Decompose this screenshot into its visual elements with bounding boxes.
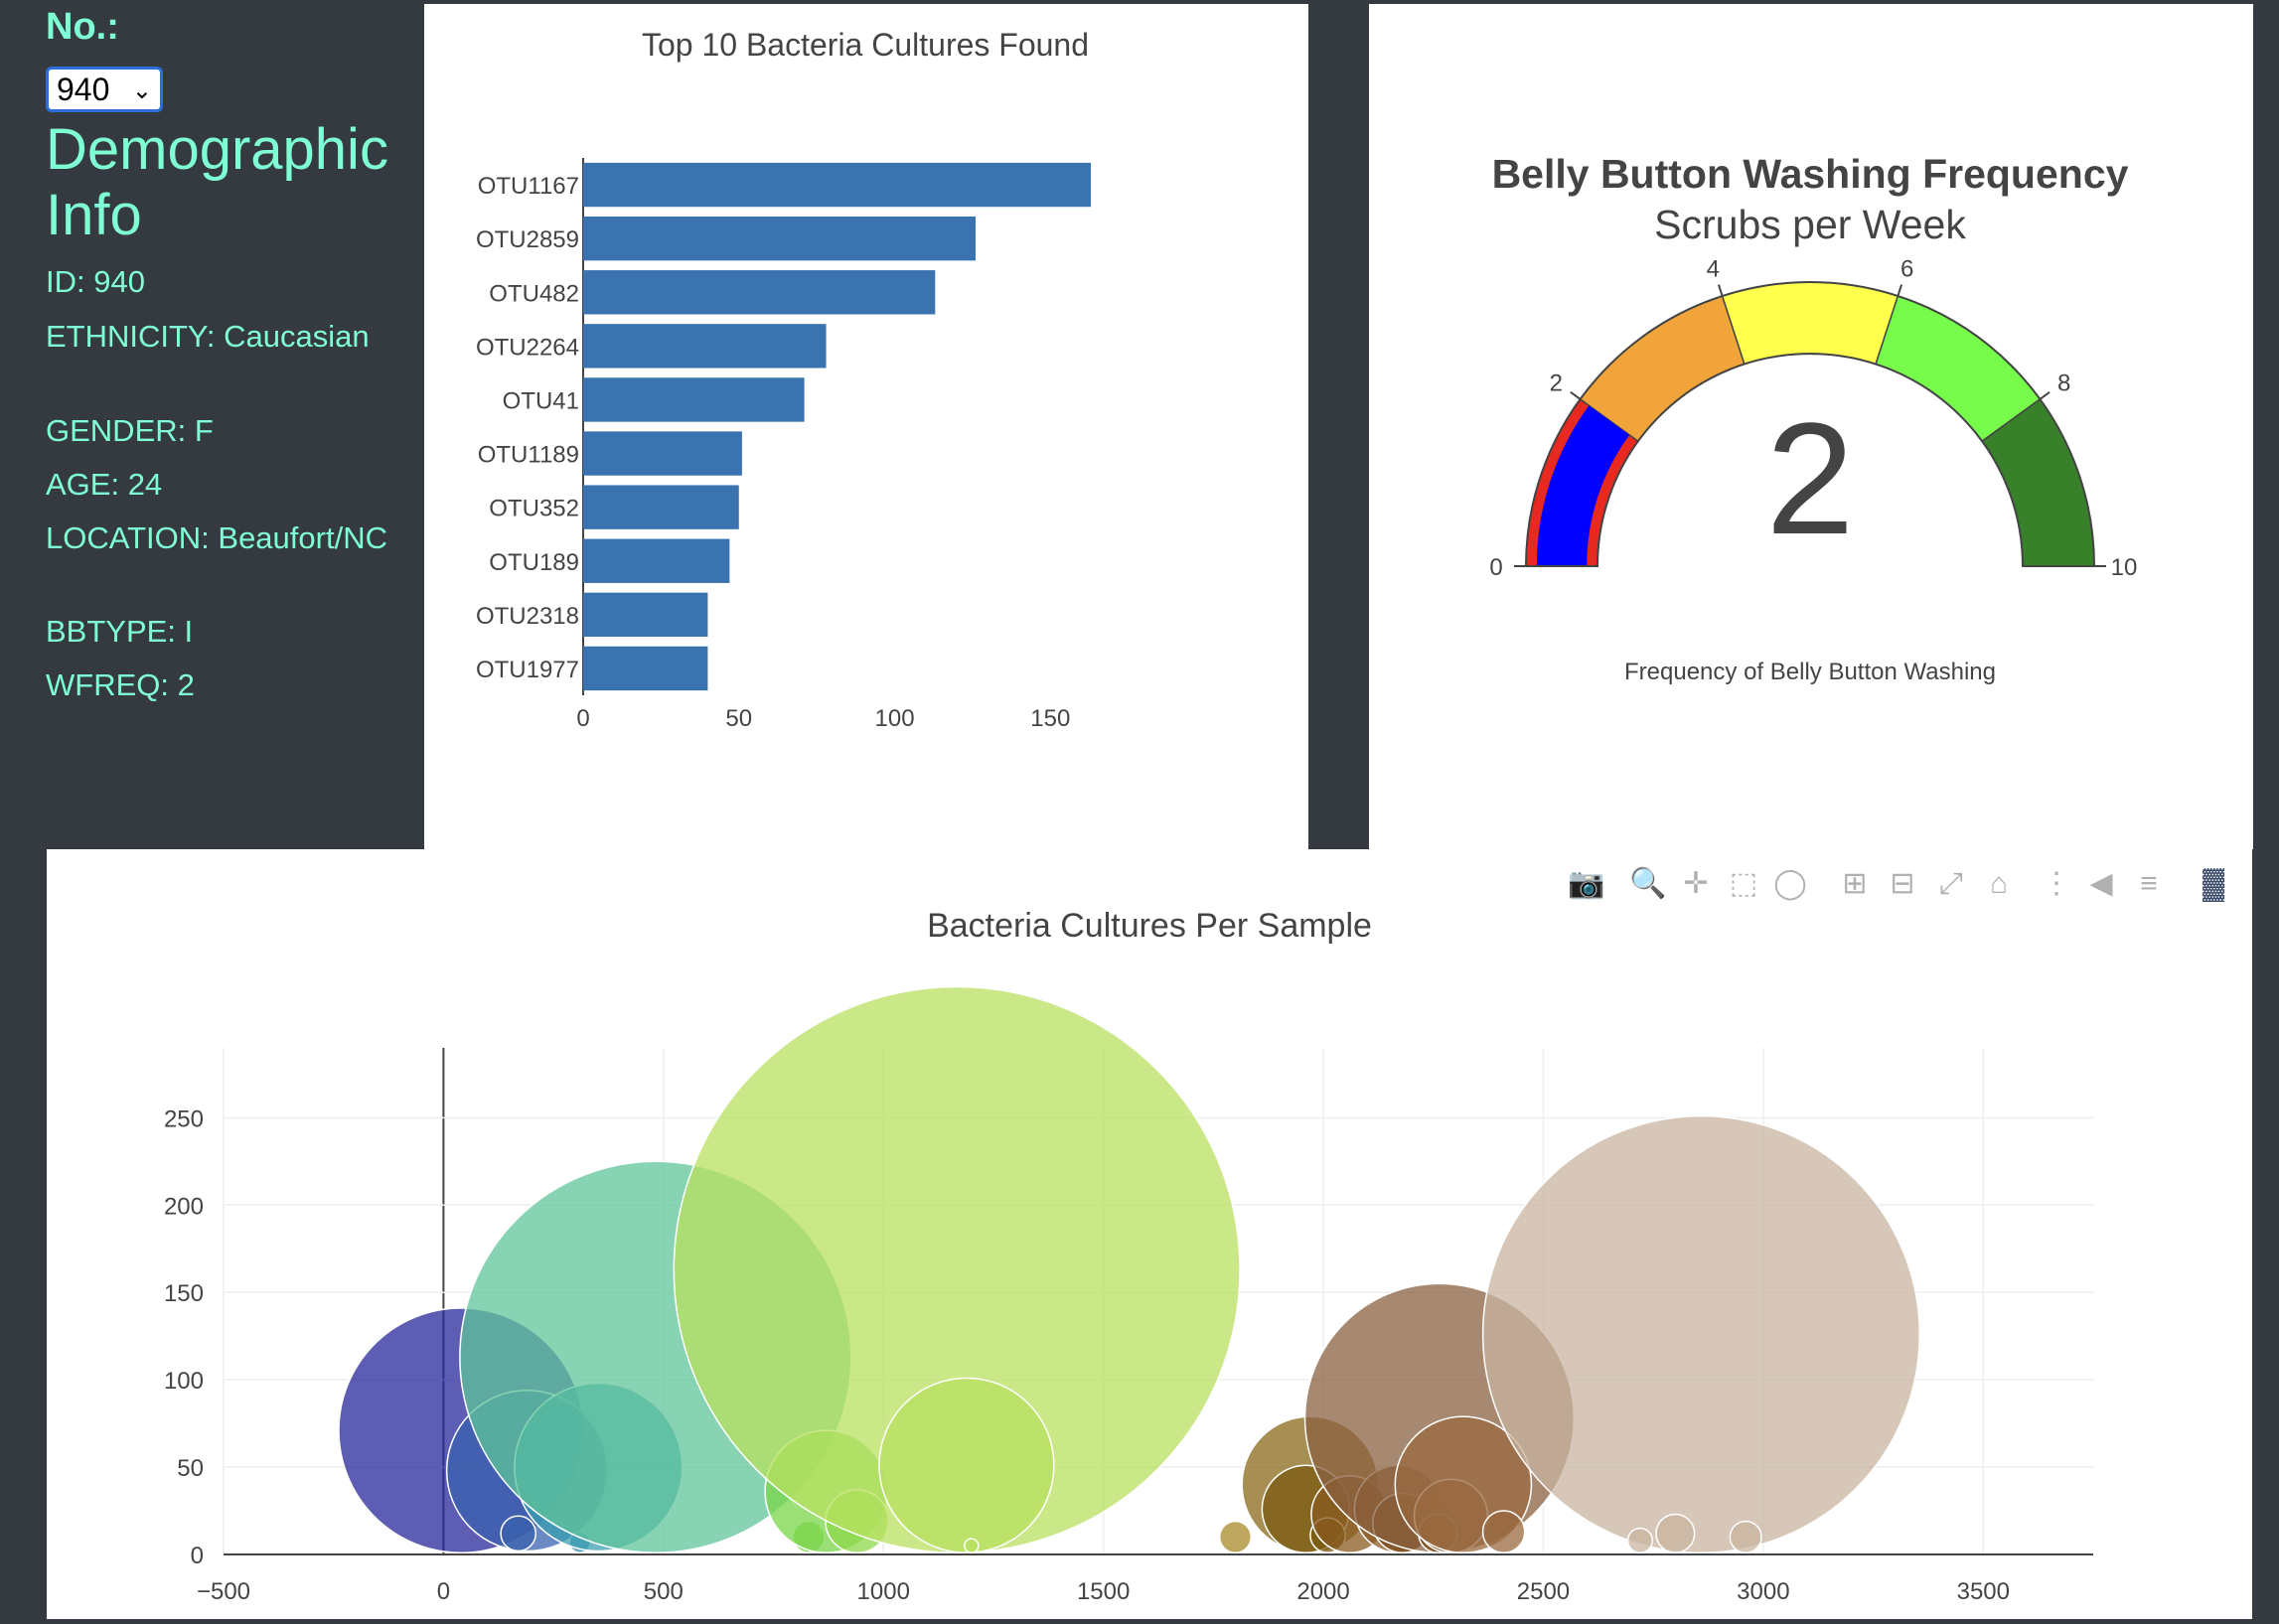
gauge-tick [1897, 284, 1903, 297]
bubble-y-tick-label: 150 [164, 1280, 204, 1307]
bubble-y-tick-label: 250 [164, 1106, 204, 1132]
bar-x-tick-label: 0 [576, 705, 589, 732]
bubble-x-tick-label: 1000 [857, 1578, 910, 1605]
gauge-tick-label: 6 [1900, 255, 1913, 282]
bubble-chart-panel: 📷 🔍 ✛ ⬚ ◯ ⊞ ⊟ ⤢ ⌂ ⋮ ◀ ≡ ▓ Bacteria Cultures Per Samp… [47, 849, 2252, 1619]
gauge-xlabel: Frequency of Belly Button Washing [1624, 659, 1996, 685]
bubble-chart: Bacteria Cultures Per Sample −500 0 500 100… [164, 907, 2093, 1605]
bar-category-label: OTU41 [503, 387, 579, 414]
bubble-point[interactable] [500, 1515, 537, 1552]
bubble-point[interactable] [1481, 1510, 1526, 1553]
bubble-x-tick-label: 0 [437, 1578, 450, 1605]
bubble-y-tick-label: 100 [164, 1368, 204, 1395]
bar-category-label: OTU352 [489, 496, 579, 522]
bubble-point[interactable] [1655, 1513, 1696, 1553]
bubble-x-tick-label: 2500 [1517, 1578, 1570, 1605]
lasso-icon[interactable]: ◯ [1770, 864, 1810, 904]
bar-category-label: OTU1167 [478, 173, 579, 200]
bar-x-tick-label: 50 [725, 705, 752, 732]
gauge-chart: Belly Button Washing Frequency Scrubs pe… [1489, 151, 2138, 685]
bubble-point[interactable] [878, 1377, 1055, 1553]
gauge-tick-label: 2 [1550, 369, 1563, 396]
gauge-tick [1570, 391, 1582, 400]
gauge-tick-label: 0 [1489, 554, 1502, 581]
gauge-tick [1717, 284, 1724, 297]
bar[interactable] [583, 377, 805, 422]
sidebar: No.: 940 ⌄ Demographic Info ID: 940 ETHN… [0, 0, 424, 849]
bubble-x-tick-label: 3000 [1737, 1578, 1789, 1605]
bar-category-label: OTU2264 [476, 334, 579, 361]
bubble-y-tick-label: 50 [177, 1455, 204, 1482]
plotly-logo-icon[interactable]: ▓ [2194, 864, 2233, 904]
bubble-x-tick-label: −500 [197, 1578, 250, 1605]
autoscale-icon[interactable]: ⤢ [1931, 864, 1971, 904]
bar-category-label: OTU2318 [476, 603, 579, 630]
demo-id: ID: 940 [46, 264, 145, 299]
bar-category-label: OTU1189 [478, 442, 579, 469]
bubble-point[interactable] [1729, 1520, 1762, 1553]
bar-category-label: OTU482 [489, 280, 579, 307]
bar-category-label: OTU189 [489, 549, 579, 576]
bubble-x-tick-label: 2000 [1296, 1578, 1349, 1605]
bubble-point[interactable] [1626, 1527, 1653, 1553]
pan-icon[interactable]: ✛ [1676, 864, 1716, 904]
bubble-x-tick-label: 3500 [1957, 1578, 2010, 1605]
bar-category-label: OTU2859 [476, 226, 579, 253]
sample-select[interactable]: 940 ⌄ [46, 67, 163, 112]
zoom-in-icon[interactable]: ⊞ [1835, 864, 1875, 904]
gauge-panel: Belly Button Washing Frequency Scrubs pe… [1369, 4, 2253, 849]
bar[interactable] [583, 592, 708, 638]
camera-icon[interactable]: 📷 [1567, 864, 1606, 904]
bar[interactable] [583, 431, 742, 476]
bubble-chart-title: Bacteria Cultures Per Sample [927, 907, 1372, 945]
bar-x-tick-label: 100 [875, 705, 915, 732]
bar-x-tick-label: 150 [1030, 705, 1070, 732]
box-select-icon[interactable]: ⬚ [1724, 864, 1763, 904]
chevron-down-icon: ⌄ [131, 77, 152, 104]
gauge-tick [2039, 391, 2051, 400]
sample-select-value: 940 [57, 72, 110, 107]
sample-number-label: No.: [46, 6, 119, 48]
gauge-value-bar [1536, 405, 1630, 566]
bar[interactable] [583, 485, 739, 529]
bubble-x-tick-label: 1500 [1077, 1578, 1130, 1605]
bar-chart-title: Top 10 Bacteria Cultures Found [642, 27, 1089, 63]
demographic-title: Demographic Info [46, 117, 388, 247]
gauge-step [1721, 281, 1899, 366]
demo-gender: GENDER: F [46, 413, 214, 448]
gauge-tick-label: 10 [2111, 554, 2138, 581]
bubble-y-tick-label: 0 [191, 1543, 204, 1569]
bubble-point[interactable] [1218, 1520, 1253, 1553]
bubble-point[interactable] [964, 1538, 980, 1553]
bubble-x-tick-label: 500 [644, 1578, 684, 1605]
zoom-icon[interactable]: 🔍 [1628, 864, 1668, 904]
gauge-tick-label: 4 [1707, 255, 1720, 282]
bar[interactable] [583, 162, 1092, 208]
hover-closest-icon[interactable]: ◀ [2081, 864, 2121, 904]
spike-lines-icon[interactable]: ⋮ [2037, 864, 2076, 904]
bar[interactable] [583, 270, 936, 315]
bar-category-label: OTU1977 [476, 657, 579, 683]
reset-axes-icon[interactable]: ⌂ [1979, 864, 2019, 904]
gauge-title: Belly Button Washing Frequency [1492, 151, 2129, 197]
demo-ethnicity: ETHNICITY: Caucasian [46, 319, 370, 354]
gauge-subtitle: Scrubs per Week [1654, 202, 1966, 247]
bubble-y-tick-label: 200 [164, 1193, 204, 1220]
gauge-tick-label: 8 [2057, 369, 2070, 396]
demo-location: LOCATION: Beaufort/NC [46, 520, 387, 555]
bar[interactable] [583, 538, 730, 583]
bubble-point[interactable] [1481, 1114, 1921, 1553]
hover-compare-icon[interactable]: ≡ [2129, 864, 2169, 904]
gauge-value: 2 [1766, 389, 1855, 567]
zoom-out-icon[interactable]: ⊟ [1883, 864, 1922, 904]
demo-age: AGE: 24 [46, 467, 163, 502]
bar[interactable] [583, 646, 708, 691]
bar-chart-panel: Top 10 Bacteria Cultures Found OTU1167 OT… [424, 4, 1308, 849]
demo-bbtype: BBTYPE: I [46, 614, 194, 649]
demo-wfreq: WFREQ: 2 [46, 667, 195, 702]
bar[interactable] [583, 324, 827, 369]
bar[interactable] [583, 216, 977, 261]
bar-chart: Top 10 Bacteria Cultures Found OTU1167 OT… [476, 27, 1092, 732]
